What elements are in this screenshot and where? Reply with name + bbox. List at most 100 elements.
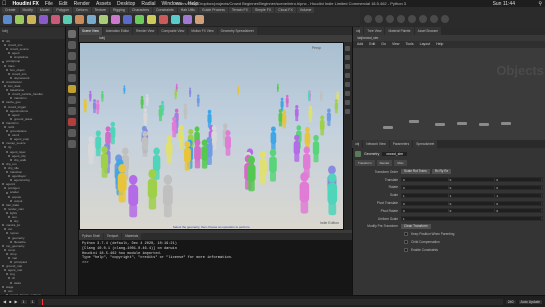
parameter-field[interactable]: 0: [449, 178, 496, 182]
shelf-tab[interactable]: Model: [36, 7, 53, 13]
parameter-field[interactable]: 0: [495, 185, 543, 190]
shelf-tab[interactable]: Polygon: [53, 7, 73, 13]
camera-tool-icon[interactable]: [419, 15, 427, 23]
menu-assets[interactable]: Assets: [96, 1, 111, 7]
light-tool-icon[interactable]: [397, 15, 405, 23]
network-canvas[interactable]: Objects: [353, 48, 545, 140]
auto-update-menu[interactable]: Auto Update: [518, 299, 542, 304]
display-option-icon[interactable]: [345, 109, 350, 114]
display-option-icon[interactable]: [345, 55, 350, 60]
parameter-field[interactable]: 0: [449, 209, 496, 213]
tab-render[interactable]: Render: [376, 160, 393, 166]
parameter-field[interactable]: 1: [402, 217, 542, 221]
tab-python-shell[interactable]: Python Shell: [79, 233, 103, 240]
scene-viewport[interactable]: Persp Indie Edition: [79, 42, 344, 230]
render-tool-icon[interactable]: [68, 118, 76, 126]
shelf-tab[interactable]: Simple FX: [252, 7, 275, 13]
shelf-tool-icon[interactable]: [99, 15, 108, 24]
network-node[interactable]: [457, 122, 467, 125]
tab-transform[interactable]: Transform: [355, 160, 375, 166]
move-tool-icon[interactable]: [68, 41, 76, 49]
parameter-field[interactable]: 0: [495, 201, 543, 206]
tab-tree-view[interactable]: Tree View: [364, 27, 385, 35]
display-option-icon[interactable]: [345, 73, 350, 78]
shelf-tool-icon[interactable]: [3, 15, 12, 24]
play-backward-icon[interactable]: ◀: [3, 299, 6, 304]
parameter-field[interactable]: 1: [402, 193, 449, 198]
network-node[interactable]: [383, 126, 393, 129]
shelf-tab[interactable]: Modify: [19, 7, 36, 13]
tab-scene-view[interactable]: Scene View: [79, 27, 102, 35]
parameter-checkbox[interactable]: [404, 240, 408, 245]
shelf-tab[interactable]: Cloud FX: [275, 7, 296, 13]
shelf-tool-icon[interactable]: [147, 15, 156, 24]
tab-asset-browser[interactable]: Asset Browser: [414, 27, 442, 35]
shelf-tool-icon[interactable]: [39, 15, 48, 24]
shelf-tab[interactable]: Terrain FX: [228, 7, 252, 13]
parameter-menu[interactable]: Clean Transform: [401, 223, 431, 229]
menu-help[interactable]: Help: [436, 41, 443, 48]
handle-tool-icon[interactable]: [68, 74, 76, 82]
pose-tool-icon[interactable]: [68, 85, 76, 93]
light-tool-icon[interactable]: [364, 15, 372, 23]
parameter-field[interactable]: 0: [449, 201, 496, 206]
parameter-checkbox[interactable]: [404, 247, 408, 252]
tab-textport[interactable]: Textport: [103, 233, 122, 240]
time-cursor[interactable]: [42, 298, 44, 305]
parameter-field[interactable]: 0: [495, 209, 543, 213]
shelf-tab[interactable]: Constraints: [153, 7, 177, 13]
camera-menu[interactable]: Persp: [312, 46, 321, 50]
rotate-tool-icon[interactable]: [68, 52, 76, 60]
parameter-menu[interactable]: Scale Rot Trans: [401, 169, 430, 175]
parameter-field[interactable]: 0: [402, 178, 449, 182]
shelf-tool-icon[interactable]: [135, 15, 144, 24]
shelf-tool-icon[interactable]: [87, 15, 96, 24]
python-shell[interactable]: Python 3.7.4 (default, Dec 4 2020, 10:19…: [79, 240, 352, 295]
parameter-checkbox[interactable]: [404, 232, 408, 237]
shelf-tab[interactable]: Volume: [296, 7, 315, 13]
parameter-field[interactable]: 1: [495, 193, 543, 198]
app-menu[interactable]: Houdini FX: [13, 1, 39, 7]
display-option-icon[interactable]: [345, 82, 350, 87]
view-tool-icon[interactable]: [68, 96, 76, 104]
light-tool-icon[interactable]: [375, 15, 383, 23]
tab-material-palette[interactable]: Material Palette: [385, 27, 414, 35]
tab-composite-view[interactable]: Composite View: [158, 27, 188, 35]
menu-render[interactable]: Render: [74, 1, 90, 7]
stop-icon[interactable]: ■: [9, 299, 11, 304]
menu-file[interactable]: File: [45, 1, 53, 7]
select-tool-icon[interactable]: [68, 30, 76, 38]
menu-edit[interactable]: Edit: [369, 41, 375, 48]
shelf-tool-icon[interactable]: [195, 15, 204, 24]
display-option-icon[interactable]: [345, 46, 350, 51]
tab-obj[interactable]: obj: [352, 140, 363, 148]
camera-tool-icon[interactable]: [68, 140, 76, 148]
parameter-field[interactable]: 0: [402, 185, 449, 190]
light-tool-icon[interactable]: [386, 15, 394, 23]
apple-icon[interactable]: : [2, 1, 7, 7]
parameter-field[interactable]: 0: [495, 178, 543, 182]
tab-materials[interactable]: Materials: [122, 233, 142, 240]
display-option-icon[interactable]: [345, 100, 350, 105]
shelf-tool-icon[interactable]: [183, 15, 192, 24]
current-frame[interactable]: 1: [20, 299, 27, 304]
shelf-tool-icon[interactable]: [171, 15, 180, 24]
display-option-icon[interactable]: [345, 91, 350, 96]
shelf-tab[interactable]: Create: [2, 7, 19, 13]
parameter-menu[interactable]: Rx Ry Rz: [431, 169, 452, 175]
light-tool-icon[interactable]: [441, 15, 449, 23]
shelf-tab[interactable]: Guide Process: [198, 7, 228, 13]
shelf-tab[interactable]: Hair Utils: [177, 7, 198, 13]
parameter-field[interactable]: 0: [449, 185, 496, 190]
menu-go[interactable]: Go: [381, 41, 386, 48]
tab-misc[interactable]: Misc: [394, 160, 407, 166]
tab-parameters[interactable]: Parameters: [389, 140, 413, 148]
menu-tools[interactable]: Tools: [405, 41, 413, 48]
shelf-tab[interactable]: Texture: [91, 7, 109, 13]
tab-obj[interactable]: obj: [353, 27, 364, 35]
shelf-tool-icon[interactable]: [15, 15, 24, 24]
viewport-path[interactable]: /obj: [79, 35, 352, 42]
network-node[interactable]: [409, 120, 419, 123]
light-tool-icon[interactable]: [430, 15, 438, 23]
shelf-tab[interactable]: Rigging: [110, 7, 128, 13]
